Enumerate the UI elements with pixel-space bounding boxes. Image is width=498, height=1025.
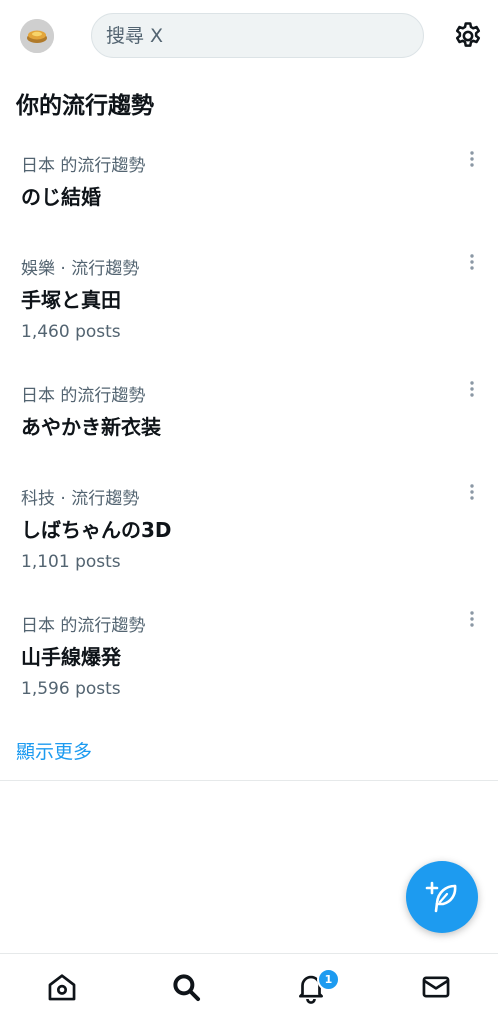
more-vertical-icon[interactable] xyxy=(464,609,480,631)
more-vertical-icon[interactable] xyxy=(464,252,480,274)
trend-post-count: 1,101 posts xyxy=(21,552,121,572)
trend-post-count: 1,596 posts xyxy=(21,679,121,699)
top-bar xyxy=(0,0,498,74)
bottom-navigation: 1 xyxy=(0,953,498,1025)
trend-name: あやかき新衣装 xyxy=(21,415,161,439)
search-box[interactable] xyxy=(91,13,424,58)
trend-category: 科技 · 流行趨勢 xyxy=(21,489,140,509)
search-input[interactable] xyxy=(106,14,406,57)
trend-post-count: 1,460 posts xyxy=(21,322,121,342)
trend-category: 日本 的流行趨勢 xyxy=(21,386,146,406)
trend-name: 手塚と真田 xyxy=(21,288,121,312)
trend-item[interactable]: 日本 的流行趨勢 山手線爆発 1,596 posts xyxy=(0,611,498,711)
trend-category: 日本 的流行趨勢 xyxy=(21,616,146,636)
home-icon xyxy=(48,974,76,1001)
page-title: 你的流行趨勢 xyxy=(16,93,154,119)
avatar[interactable] xyxy=(20,19,54,53)
compose-post-button[interactable] xyxy=(406,861,478,933)
trend-category: 日本 的流行趨勢 xyxy=(21,156,146,176)
more-vertical-icon[interactable] xyxy=(464,482,480,504)
settings-button[interactable] xyxy=(452,20,484,52)
trend-name: のじ結婚 xyxy=(21,185,101,209)
avatar-image xyxy=(20,19,54,53)
more-vertical-icon[interactable] xyxy=(464,379,480,401)
nav-home-button[interactable] xyxy=(45,970,79,1004)
search-icon xyxy=(173,974,201,1002)
mail-icon xyxy=(422,976,450,998)
divider xyxy=(0,780,498,781)
gear-icon xyxy=(455,22,481,47)
notification-badge: 1 xyxy=(317,968,340,991)
trend-item[interactable]: 日本 的流行趨勢 あやかき新衣装 xyxy=(0,381,498,461)
trend-name: 山手線爆発 xyxy=(21,645,121,669)
nav-search-button[interactable] xyxy=(169,970,203,1004)
show-more-link[interactable]: 顯示更多 xyxy=(16,737,92,764)
trend-name: しばちゃんの3D xyxy=(21,518,172,542)
feather-plus-icon xyxy=(425,881,457,913)
trend-category: 娛樂 · 流行趨勢 xyxy=(21,259,140,279)
more-vertical-icon[interactable] xyxy=(464,149,480,171)
nav-messages-button[interactable] xyxy=(419,970,453,1004)
trend-item[interactable]: 娛樂 · 流行趨勢 手塚と真田 1,460 posts xyxy=(0,254,498,354)
trend-item[interactable]: 科技 · 流行趨勢 しばちゃんの3D 1,101 posts xyxy=(0,484,498,584)
trend-item[interactable]: 日本 的流行趨勢 のじ結婚 xyxy=(0,151,498,231)
